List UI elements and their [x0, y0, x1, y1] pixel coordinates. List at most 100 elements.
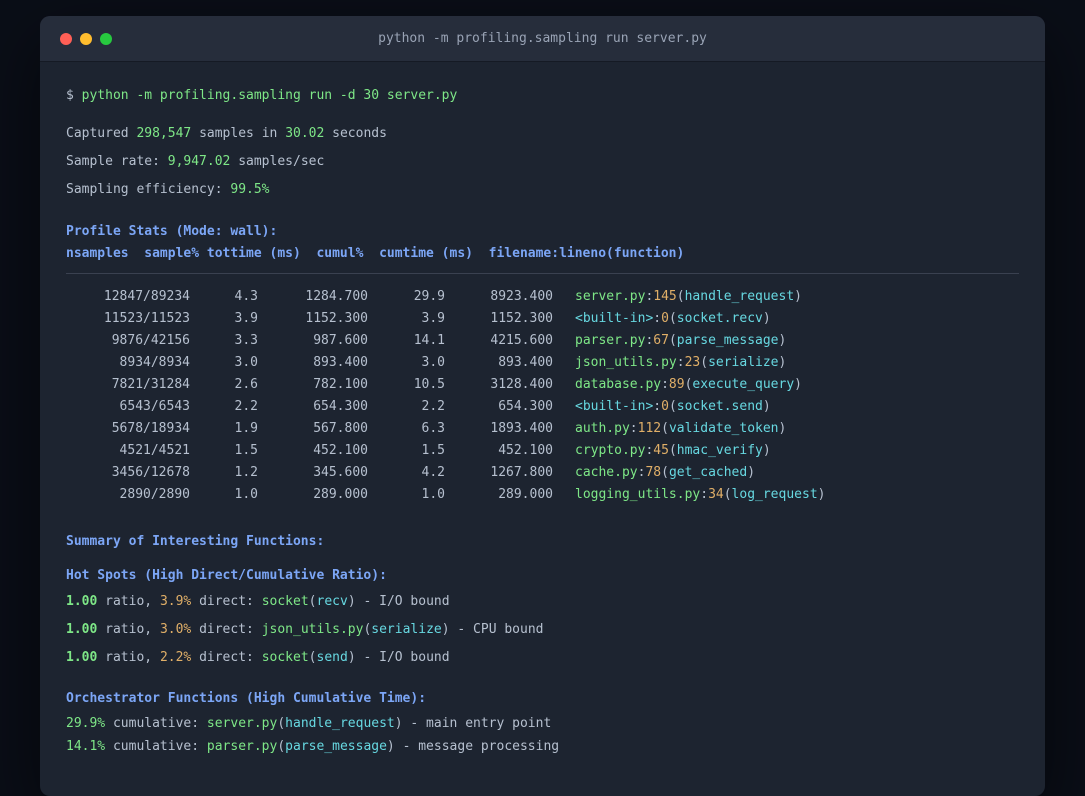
cell-function: database.py:89(execute_query): [553, 374, 802, 396]
cell-nsamples: 4521/4521: [119, 443, 190, 458]
direct-pct: 3.0%: [159, 622, 192, 637]
cell-cumtime: 289.000: [498, 487, 553, 502]
cumulative-label: cumulative:: [112, 716, 200, 731]
colon: :: [629, 421, 638, 436]
lineno: 23: [684, 355, 701, 370]
function-name: handle_request: [684, 289, 795, 304]
colon: :: [661, 377, 669, 392]
cell-cumul-pct: 1.5: [421, 443, 445, 458]
cell-cumtime: 893.400: [498, 355, 553, 370]
hot-spots-heading: Hot Spots (High Direct/Cumulative Ratio)…: [66, 568, 387, 583]
cell-cumtime: 8923.400: [490, 289, 553, 304]
open-paren: (: [668, 333, 677, 348]
cell-sample-pct: 2.2: [234, 399, 258, 414]
cell-nsamples: 5678/18934: [111, 421, 190, 436]
captured-label: Captured: [66, 126, 129, 141]
cell-sample-pct: 3.9: [234, 311, 258, 326]
ratio-label: ratio,: [105, 650, 153, 665]
cell-nsamples: 7821/31284: [111, 377, 190, 392]
cell-nsamples: 3456/12678: [111, 465, 190, 480]
close-paren: ): [794, 289, 802, 304]
filename: crypto.py: [575, 443, 646, 458]
cumulative-pct: 14.1%: [66, 739, 106, 754]
cell-function: logging_utils.py:34(log_request): [553, 484, 825, 506]
orchestrator-item: 29.9% cumulative: server.py(handle_reque…: [66, 714, 1019, 734]
minimize-button[interactable]: [80, 32, 92, 45]
cell-tottime: 1284.700: [305, 289, 368, 304]
window-titlebar[interactable]: python -m profiling.sampling run server.…: [40, 16, 1045, 62]
cell-tottime: 289.000: [313, 487, 368, 502]
open-paren: (: [668, 311, 677, 326]
shell-prompt: $: [66, 88, 74, 103]
function-name: send: [316, 650, 348, 665]
target-name: server.py: [206, 716, 278, 731]
table-row: 6543/6543 2.2 654.300 2.2 654.300 <built…: [66, 396, 1019, 418]
function-ref: socket(recv): [262, 594, 356, 609]
cell-cumtime: 452.100: [498, 443, 553, 458]
open-paren: (: [723, 487, 732, 502]
cell-function: crypto.py:45(hmac_verify): [553, 440, 771, 462]
cell-tottime: 1152.300: [305, 311, 368, 326]
function-name: socket.recv: [676, 311, 763, 326]
direct-label: direct:: [199, 594, 254, 609]
efficiency-line: Sampling efficiency: 99.5%: [66, 180, 1019, 200]
table-row: 9876/42156 3.3 987.600 14.1 4215.600 par…: [66, 330, 1019, 352]
cell-tottime: 893.400: [313, 355, 368, 370]
target-name: socket: [261, 650, 309, 665]
table-divider: [66, 273, 1019, 274]
table-row: 2890/2890 1.0 289.000 1.0 289.000 loggin…: [66, 484, 1019, 506]
maximize-button[interactable]: [100, 32, 112, 45]
direct-pct: 2.2%: [159, 650, 192, 665]
cell-tottime: 987.600: [313, 333, 368, 348]
lineno: 34: [708, 487, 724, 502]
table-header-row: nsamples sample% tottime (ms) cumul% cum…: [66, 246, 685, 261]
efficiency-label: Sampling efficiency:: [66, 182, 223, 197]
hot-spot-item: 1.00 ratio, 2.2% direct: socket(send) - …: [66, 648, 1019, 668]
lineno: 112: [637, 421, 662, 436]
sample-rate-line: Sample rate: 9,947.02 samples/sec: [66, 152, 1019, 172]
captured-mid-label: samples in: [199, 126, 278, 141]
table-row: 12847/89234 4.3 1284.700 29.9 8923.400 s…: [66, 286, 1019, 308]
profile-table: 12847/89234 4.3 1284.700 29.9 8923.400 s…: [66, 286, 1019, 506]
cell-cumul-pct: 29.9: [413, 289, 445, 304]
function-ref: socket(send): [262, 650, 356, 665]
filename: json_utils.py: [575, 355, 677, 370]
cell-nsamples: 12847/89234: [103, 289, 190, 304]
cell-cumtime: 1267.800: [490, 465, 553, 480]
cell-cumtime: 3128.400: [490, 377, 553, 392]
cell-cumul-pct: 3.0: [421, 355, 445, 370]
cell-cumul-pct: 6.3: [421, 421, 445, 436]
target-name: parser.py: [206, 739, 278, 754]
close-paren: ): [778, 421, 787, 436]
cell-tottime: 345.600: [313, 465, 368, 480]
cell-tottime: 567.800: [313, 421, 368, 436]
function-ref: server.py(handle_request): [207, 716, 403, 731]
lineno: 45: [653, 443, 669, 458]
cell-function: parser.py:67(parse_message): [553, 330, 786, 352]
colon: :: [653, 399, 662, 414]
function-name: get_cached: [668, 465, 748, 480]
close-paren: ): [778, 333, 787, 348]
close-paren: ): [747, 465, 756, 480]
function-name: serialize: [371, 622, 442, 637]
note-text: - I/O bound: [363, 650, 450, 665]
colon: :: [676, 355, 685, 370]
cell-cumtime: 1152.300: [490, 311, 553, 326]
cell-function: server.py:145(handle_request): [553, 286, 802, 308]
orchestrators-heading: Orchestrator Functions (High Cumulative …: [66, 691, 427, 706]
samples-count: 298,547: [136, 126, 192, 141]
cell-function: json_utils.py:23(serialize): [553, 352, 786, 374]
lineno: 145: [653, 289, 677, 304]
note-text: - main entry point: [410, 716, 552, 731]
note-text: - CPU bound: [457, 622, 544, 637]
cell-cumul-pct: 1.0: [421, 487, 445, 502]
filename: cache.py: [575, 465, 638, 480]
cell-function: <built-in>:0(socket.recv): [553, 308, 771, 330]
function-ref: parser.py(parse_message): [207, 739, 395, 754]
lineno: 0: [661, 399, 669, 414]
table-row: 7821/31284 2.6 782.100 10.5 3128.400 dat…: [66, 374, 1019, 396]
open-paren: (: [277, 716, 286, 731]
close-button[interactable]: [60, 32, 72, 45]
function-name: log_request: [731, 487, 818, 502]
ratio-value: 1.00: [66, 650, 98, 665]
